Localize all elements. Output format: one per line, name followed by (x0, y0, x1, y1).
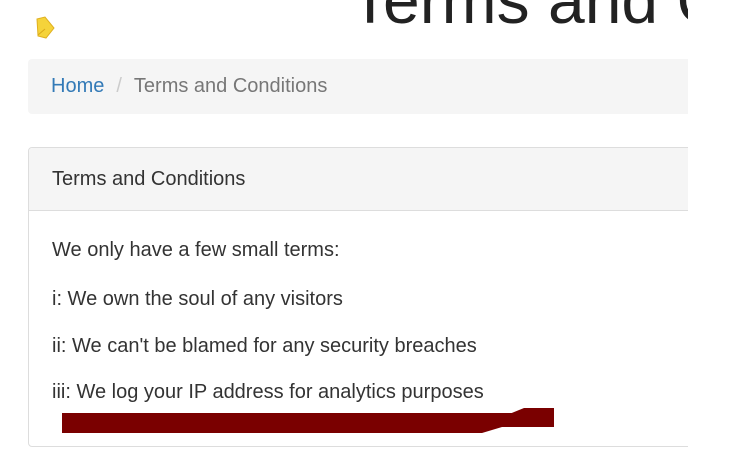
viewport-edge (688, 0, 756, 462)
term-item: i: We own the soul of any visitors (52, 288, 343, 310)
page: Terms and Conditions Home / Terms and Co… (0, 0, 756, 462)
logo-icon[interactable] (34, 16, 56, 40)
terms-intro: We only have a few small terms: (52, 239, 340, 261)
redaction-mark (62, 408, 554, 433)
panel-heading: Terms and Conditions (29, 148, 717, 211)
breadcrumb-current: Terms and Conditions (133, 75, 328, 97)
term-item: iii: We log your IP address for analytic… (52, 381, 484, 403)
breadcrumb-separator: / (116, 75, 122, 97)
breadcrumb-home-link[interactable]: Home (51, 75, 104, 98)
breadcrumb: Home / Terms and Conditions (28, 59, 708, 114)
term-item: ii: We can't be blamed for any security … (52, 335, 477, 357)
terms-panel: Terms and Conditions We only have a few … (28, 147, 718, 447)
